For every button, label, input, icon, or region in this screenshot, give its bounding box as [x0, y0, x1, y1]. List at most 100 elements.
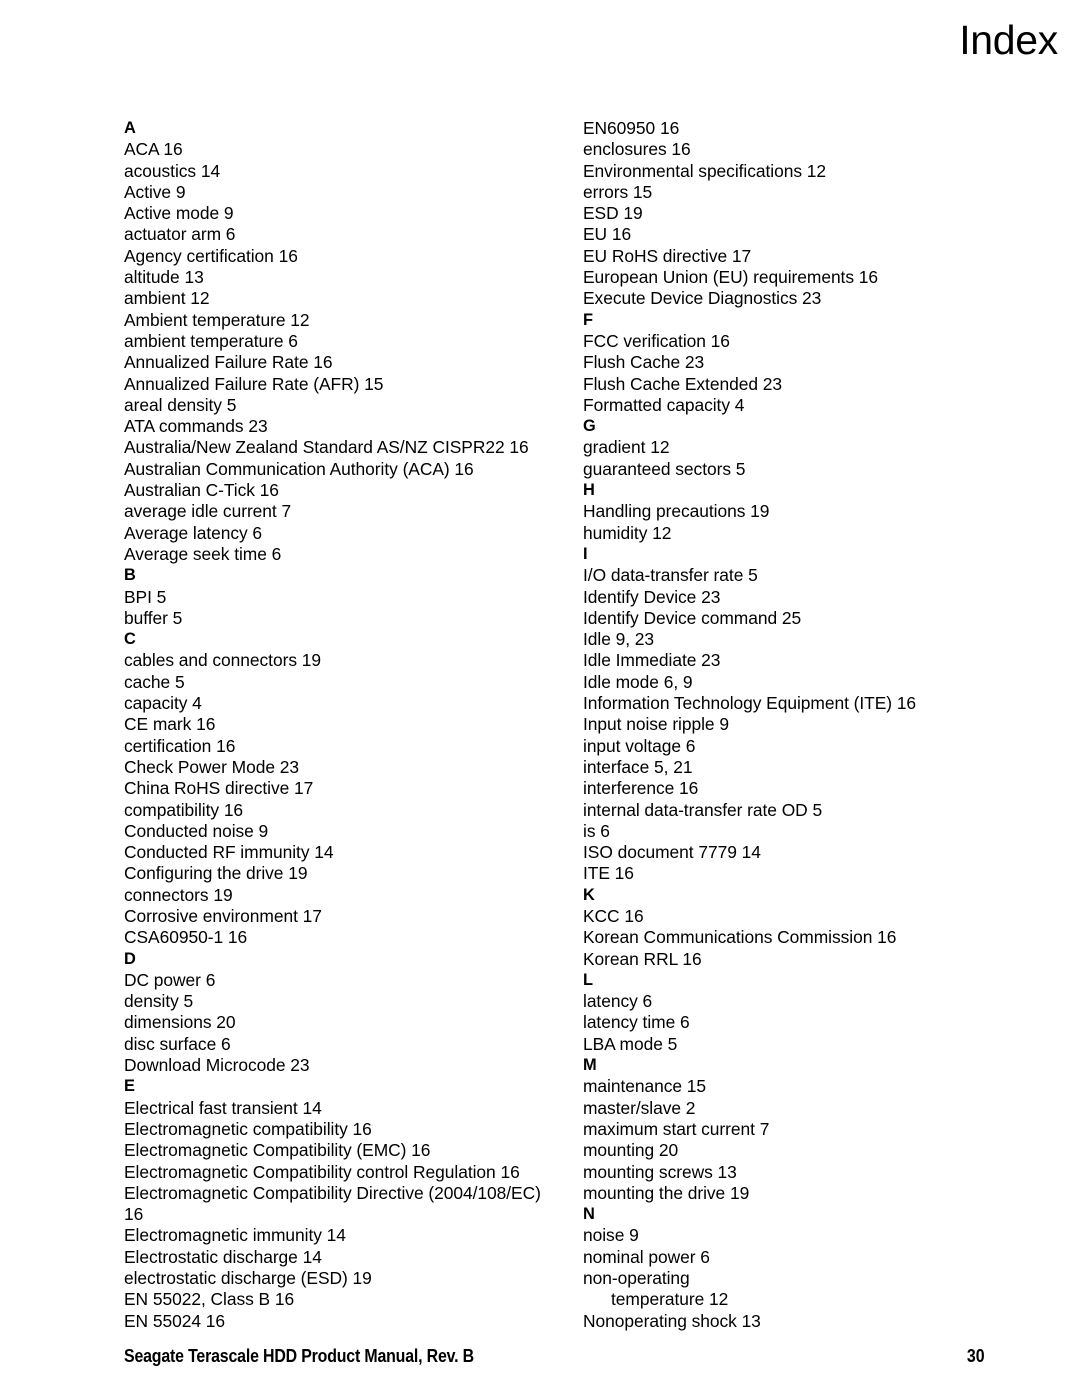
index-right-entry: latency 6: [583, 991, 653, 1012]
index-right-letter-heading: N: [583, 1205, 595, 1224]
index-right-letter-heading: M: [583, 1056, 597, 1075]
footer-document-title: Seagate Terascale HDD Product Manual, Re…: [124, 1345, 474, 1366]
index-right-entry: ESD 19: [583, 203, 643, 224]
index-left-entry: Agency certification 16: [124, 245, 298, 266]
index-left-entry: BPI 5: [124, 586, 167, 607]
index-right-entry: EU RoHS directive 17: [583, 245, 752, 266]
index-left-entry: Electromagnetic Compatibility Directive …: [124, 1182, 541, 1203]
index-right-entry: Identify Device 23: [583, 586, 721, 607]
index-left-entry: buffer 5: [124, 607, 183, 628]
index-left-entry: ACA 16: [124, 139, 183, 160]
index-right-letter-heading: K: [583, 885, 595, 904]
index-right-entry: ITE 16: [583, 863, 634, 884]
index-left-entry: Average seek time 6: [124, 543, 282, 564]
index-left-entry: ambient temperature 6: [124, 330, 298, 351]
index-left-entry: ATA commands 23: [124, 416, 268, 437]
index-right-entry: EN60950 16: [583, 118, 680, 138]
index-left-entry: 16: [124, 1204, 144, 1225]
index-left-entry: disc surface 6: [124, 1033, 231, 1054]
index-right-entry: input voltage 6: [583, 735, 696, 756]
index-right-entry: Flush Cache Extended 23: [583, 373, 782, 394]
index-left-entry: actuator arm 6: [124, 224, 236, 245]
index-left-letter-heading: C: [124, 630, 136, 649]
index-left-entry: Configuring the drive 19: [124, 863, 308, 884]
index-right-entry: Korean RRL 16: [583, 948, 702, 969]
index-left-entry: Average latency 6: [124, 522, 263, 543]
index-right-entry: interface 5, 21: [583, 756, 693, 777]
index-right-letter-heading: I: [583, 544, 588, 563]
index-left-entry: altitude 13: [124, 267, 204, 288]
index-right-letter-heading: H: [583, 481, 595, 500]
index-left-letter-heading: D: [124, 949, 136, 968]
index-left-entry: EN 55024 16: [124, 1310, 225, 1331]
index-right-entry: Execute Device Diagnostics 23: [583, 288, 822, 309]
index-left-entry: ambient 12: [124, 288, 210, 309]
index-right-entry: temperature 12: [611, 1289, 729, 1310]
index-left-entry: areal density 5: [124, 394, 237, 415]
index-column-left: A ACA 16 acoustics 14 Active 9 Active mode 9…: [124, 118, 564, 1332]
page-title: Index: [959, 17, 1058, 63]
index-left-letter-heading: B: [124, 566, 136, 585]
index-right-entry: nominal power 6: [583, 1246, 710, 1267]
index-right-entry: KCC 16: [583, 905, 644, 926]
index-left-entry: Electromagnetic compatibility 16: [124, 1118, 372, 1139]
index-right-entry: maximum start current 7: [583, 1118, 770, 1139]
index-right-entry: is 6: [583, 820, 610, 841]
index-right-entry: Formatted capacity 4: [583, 394, 745, 415]
index-right-entry: EU 16: [583, 224, 632, 245]
index-right-entry: maintenance 15: [583, 1076, 707, 1097]
index-left-entry: Conducted RF immunity 14: [124, 842, 334, 863]
index-left-entry: dimensions 20: [124, 1012, 236, 1033]
index-left-entry: Australia/New Zealand Standard AS/NZ CIS…: [124, 437, 529, 458]
index-right-entry: internal data-transfer rate OD 5: [583, 799, 823, 820]
index-left-entry: cache 5: [124, 671, 185, 692]
index-right-letter-heading: L: [583, 970, 593, 989]
index-right-entry: Information Technology Equipment (ITE) 1…: [583, 693, 917, 714]
index-left-entry: Australian C-Tick 16: [124, 480, 279, 501]
index-right-entry: latency time 6: [583, 1012, 690, 1033]
index-left-entry: Check Power Mode 23: [124, 756, 299, 777]
index-right-entry: errors 15: [583, 181, 653, 202]
index-right-entry: Idle Immediate 23: [583, 650, 721, 671]
index-right-entry: enclosures 16: [583, 139, 691, 160]
index-right-entry: humidity 12: [583, 522, 672, 543]
index-left-entry: Conducted noise 9: [124, 820, 269, 841]
index-right-entry: ISO document 7779 14: [583, 842, 761, 863]
index-left-entry: Australian Communication Authority (ACA)…: [124, 458, 474, 479]
index-left-entry: Annualized Failure Rate (AFR) 15: [124, 373, 384, 394]
index-right-entry: mounting the drive 19: [583, 1182, 750, 1203]
index-left-entry: Active 9: [124, 181, 186, 202]
index-left-entry: EN 55022, Class B 16: [124, 1289, 295, 1310]
index-right-entry: interference 16: [583, 778, 699, 799]
index-right-letter-heading: F: [583, 310, 593, 329]
index-right-entry: FCC verification 16: [583, 330, 730, 351]
index-right-entry: Flush Cache 23: [583, 352, 705, 373]
index-left-entry: cables and connectors 19: [124, 650, 321, 671]
index-right-entry: Idle 9, 23: [583, 629, 655, 650]
index-right-entry: Environmental specifications 12: [583, 160, 827, 181]
index-left-entry: certification 16: [124, 735, 236, 756]
index-right-entry: Input noise ripple 9: [583, 714, 729, 735]
index-left-entry: Electrical fast transient 14: [124, 1097, 322, 1118]
index-left-entry: Ambient temperature 12: [124, 309, 310, 330]
index-left-letter-heading: E: [124, 1077, 135, 1096]
footer-page-number: 30: [967, 1345, 985, 1366]
index-right-entry: noise 9: [583, 1225, 639, 1246]
index-left-entry: CE mark 16: [124, 714, 216, 735]
index-right-letter-heading: G: [583, 417, 596, 436]
index-left-entry: China RoHS directive 17: [124, 778, 314, 799]
index-left-entry: CSA60950-1 16: [124, 927, 248, 948]
index-left-entry: Annualized Failure Rate 16: [124, 352, 333, 373]
index-left-entry: DC power 6: [124, 969, 216, 990]
page-footer: Seagate Terascale HDD Product Manual, Re…: [124, 1345, 1058, 1369]
index-right-entry: Nonoperating shock 13: [583, 1310, 761, 1331]
index-right-entry: I/O data-transfer rate 5: [583, 565, 758, 586]
index-right-entry: Handling precautions 19: [583, 501, 770, 522]
index-right-entry: non-operating: [583, 1268, 690, 1289]
index-columns: A ACA 16 acoustics 14 Active 9 Active mode 9…: [124, 118, 1044, 1331]
index-left-letter-heading: A: [124, 119, 136, 137]
index-right-entry: Identify Device command 25: [583, 607, 802, 628]
index-left-entry: Electromagnetic Compatibility control Re…: [124, 1161, 520, 1182]
index-left-entry: density 5: [124, 991, 194, 1012]
index-right-entry: master/slave 2: [583, 1097, 696, 1118]
